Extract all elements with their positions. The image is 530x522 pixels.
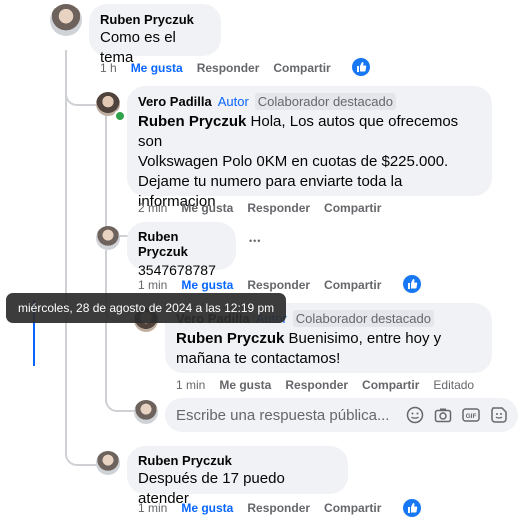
reply-button[interactable]: Responder [247, 278, 310, 292]
like-button[interactable]: Me gusta [181, 278, 233, 292]
status-badge: Colaborador destacado [254, 93, 396, 110]
online-status-dot [114, 110, 126, 122]
mention-link[interactable]: Ruben Pryczuk [176, 330, 284, 347]
mention-link[interactable]: Ruben Pryczuk [138, 113, 246, 130]
avatar[interactable] [134, 400, 158, 424]
thread-line [65, 50, 67, 456]
comment-author[interactable]: Ruben Pryczuk [138, 453, 337, 468]
reply-button[interactable]: Responder [247, 201, 310, 215]
like-button[interactable]: Me gusta [181, 501, 233, 515]
like-reaction-icon[interactable] [403, 499, 421, 517]
comment-bubble: Ruben Pryczuk 3547678787 [127, 222, 236, 278]
thread-curve [105, 380, 137, 412]
avatar[interactable] [96, 451, 120, 475]
like-button[interactable]: Me gusta [131, 61, 183, 75]
comment-author[interactable]: Ruben Pryczuk [100, 12, 210, 27]
thread-curve [65, 80, 97, 106]
share-button[interactable]: Compartir [324, 201, 381, 215]
share-button[interactable]: Compartir [324, 278, 381, 292]
timestamp-tooltip: miércoles, 28 de agosto de 2024 a las 12… [6, 293, 287, 323]
comment-bubble: Vero Padilla Autor Colaborador destacado R… [127, 86, 492, 210]
like-reaction-icon[interactable] [403, 275, 421, 293]
thread-curve [65, 430, 97, 466]
edited-label: Editado [433, 378, 475, 392]
svg-text:GIF: GIF [466, 413, 477, 420]
gif-icon[interactable]: GIF [462, 406, 480, 429]
comment-time[interactable]: 1 min [176, 378, 205, 392]
comment-text: Ruben Pryczuk Hola, Los autos que ofrece… [138, 113, 459, 210]
reply-button[interactable]: Responder [285, 378, 348, 392]
comment-actions: 1 min Me gusta Responder Compartir [138, 278, 395, 292]
comment-author[interactable]: Vero Padilla [138, 94, 212, 109]
comment-time[interactable]: 1 h [100, 61, 117, 75]
avatar[interactable] [96, 226, 120, 250]
comment-actions: 1 min Me gusta Responder Compartir [138, 501, 395, 515]
reply-placeholder: Escribe una respuesta pública... [176, 407, 390, 424]
avatar[interactable] [50, 4, 82, 36]
share-button[interactable]: Compartir [324, 501, 381, 515]
like-button[interactable]: Me gusta [219, 378, 271, 392]
comment-text: Ruben Pryczuk Buenisimo, entre hoy y mañ… [176, 330, 442, 367]
sticker-icon[interactable] [490, 406, 508, 429]
comment-text: 3547678787 [138, 262, 216, 278]
reply-button[interactable]: Responder [197, 61, 260, 75]
comment-actions: 1 h Me gusta Responder Compartir [100, 61, 345, 75]
like-reaction-icon[interactable] [352, 58, 370, 76]
share-button[interactable]: Compartir [362, 378, 419, 392]
status-badge: Colaborador destacado [292, 310, 434, 327]
reply-button[interactable]: Responder [247, 501, 310, 515]
comment-actions: 2 min Me gusta Responder Compartir [138, 201, 395, 215]
like-button[interactable]: Me gusta [181, 201, 233, 215]
comment-time[interactable]: 1 min [138, 278, 167, 292]
comment-time[interactable]: 2 min [138, 201, 167, 215]
author-role: Autor [217, 94, 249, 109]
emoji-icon[interactable] [406, 406, 424, 429]
camera-icon[interactable] [434, 406, 452, 429]
comment-actions: 1 min Me gusta Responder Compartir Editado [176, 378, 488, 392]
share-button[interactable]: Compartir [273, 61, 330, 75]
comment-time[interactable]: 1 min [138, 501, 167, 515]
comment-bubble: Ruben Pryczuk Como es el tema [89, 4, 221, 66]
comment-author[interactable]: Ruben Pryczuk [138, 229, 225, 259]
more-options-icon[interactable]: ••• [249, 236, 261, 246]
comment-bubble: Ruben Pryczuk Después de 17 puedo atende… [127, 446, 348, 507]
